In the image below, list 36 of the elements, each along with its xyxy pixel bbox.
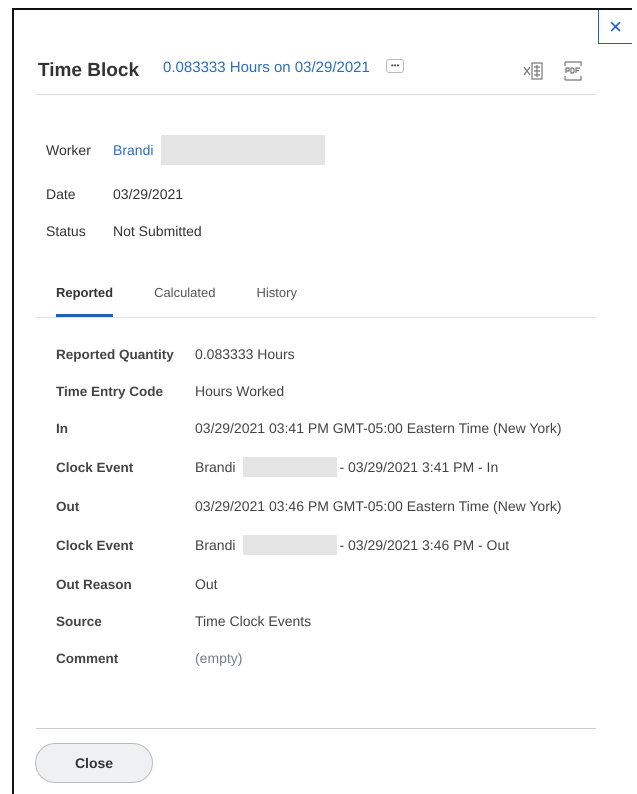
- field-value: Brandi: [195, 459, 236, 475]
- field-label: Comment: [56, 650, 120, 666]
- field-value: - 03/29/2021 3:46 PM - Out: [339, 537, 510, 553]
- field-label: Clock Event: [56, 538, 134, 552]
- pdf-export-icon[interactable]: [562, 60, 584, 82]
- time-block-link[interactable]: 0.083333 Hours on 03/29/2021: [163, 58, 370, 76]
- field-label: Source: [56, 614, 103, 628]
- field-value: Not Submitted: [113, 223, 202, 239]
- more-button[interactable]: •••: [386, 59, 404, 73]
- field-label: Out Reason: [56, 576, 133, 592]
- field-label: Status: [46, 223, 87, 239]
- field-label: In: [56, 420, 69, 436]
- tab[interactable]: History: [256, 285, 297, 317]
- field-value: 0.083333 Hours: [195, 346, 295, 362]
- field-value: - 03/29/2021 3:41 PM - In: [339, 459, 498, 475]
- field-label: Time Entry Code: [56, 384, 164, 398]
- worker-link[interactable]: Brandi: [113, 142, 154, 158]
- field-label: Out: [56, 498, 80, 514]
- field-value: 03/29/2021 03:41 PM GMT-05:00 Eastern Time (New York): [195, 420, 562, 436]
- field-label: Date: [46, 186, 77, 202]
- field-label: Reported Quantity: [56, 346, 175, 362]
- close-icon[interactable]: ×: [598, 10, 632, 44]
- close-button[interactable]: Close: [35, 743, 153, 783]
- dialog-title: Time Block: [38, 60, 140, 82]
- field-label: Clock Event: [56, 460, 134, 474]
- field-value: Time Clock Events: [195, 613, 312, 629]
- field-label: Worker: [46, 142, 92, 158]
- spreadsheet-export-icon[interactable]: [522, 60, 544, 82]
- field-value: Hours Worked: [195, 383, 284, 399]
- field-value: Brandi: [195, 537, 236, 553]
- field-value: 03/29/2021: [113, 186, 184, 202]
- field-value: 03/29/2021 03:46 PM GMT-05:00 Eastern Time (New York): [195, 498, 562, 514]
- field-value: Out: [195, 576, 218, 592]
- tab[interactable]: Reported: [56, 285, 114, 317]
- tab[interactable]: Calculated: [154, 285, 216, 317]
- field-value: (empty): [195, 650, 242, 666]
